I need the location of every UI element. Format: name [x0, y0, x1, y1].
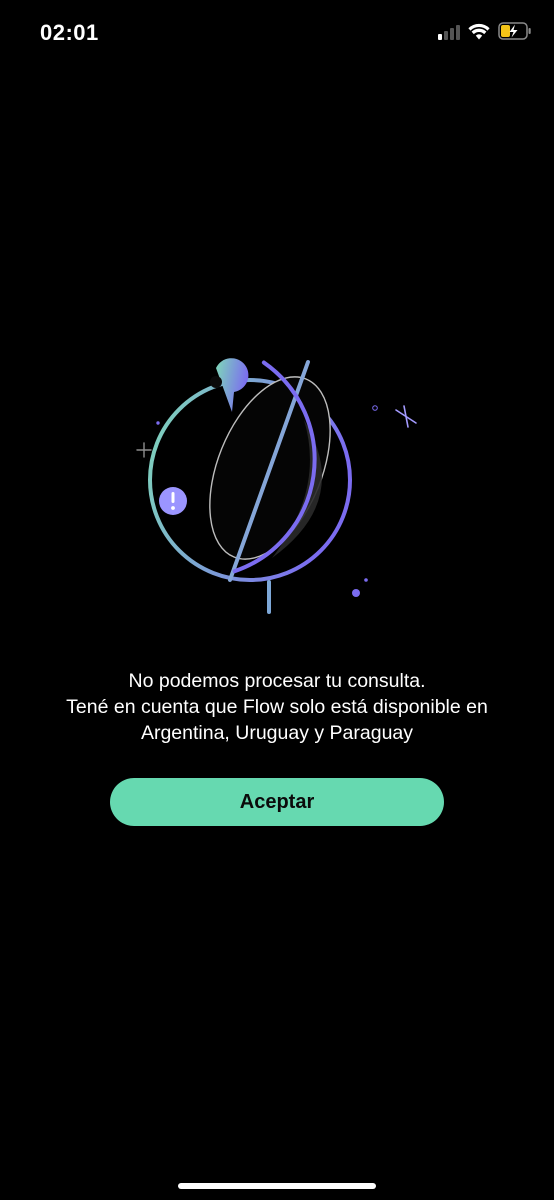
status-bar: 02:01 — [0, 0, 554, 68]
message-line-3: Argentina, Uruguay y Paraguay — [140, 722, 414, 744]
wifi-icon — [468, 23, 490, 39]
message-line-2: Tené en cuenta que Flow solo está dispon… — [66, 696, 488, 718]
message-line-1: No podemos procesar tu consulta. — [128, 670, 426, 692]
cellular-signal-icon — [438, 22, 460, 40]
status-icons — [438, 22, 532, 40]
status-time: 02:01 — [40, 20, 99, 45]
battery-charging-icon — [498, 22, 531, 40]
globe-illustration — [136, 358, 417, 614]
home-indicator[interactable] — [178, 1183, 376, 1189]
accept-button[interactable]: Aceptar — [110, 778, 444, 826]
error-message: No podemos procesar tu consulta. Tené en… — [0, 668, 554, 746]
